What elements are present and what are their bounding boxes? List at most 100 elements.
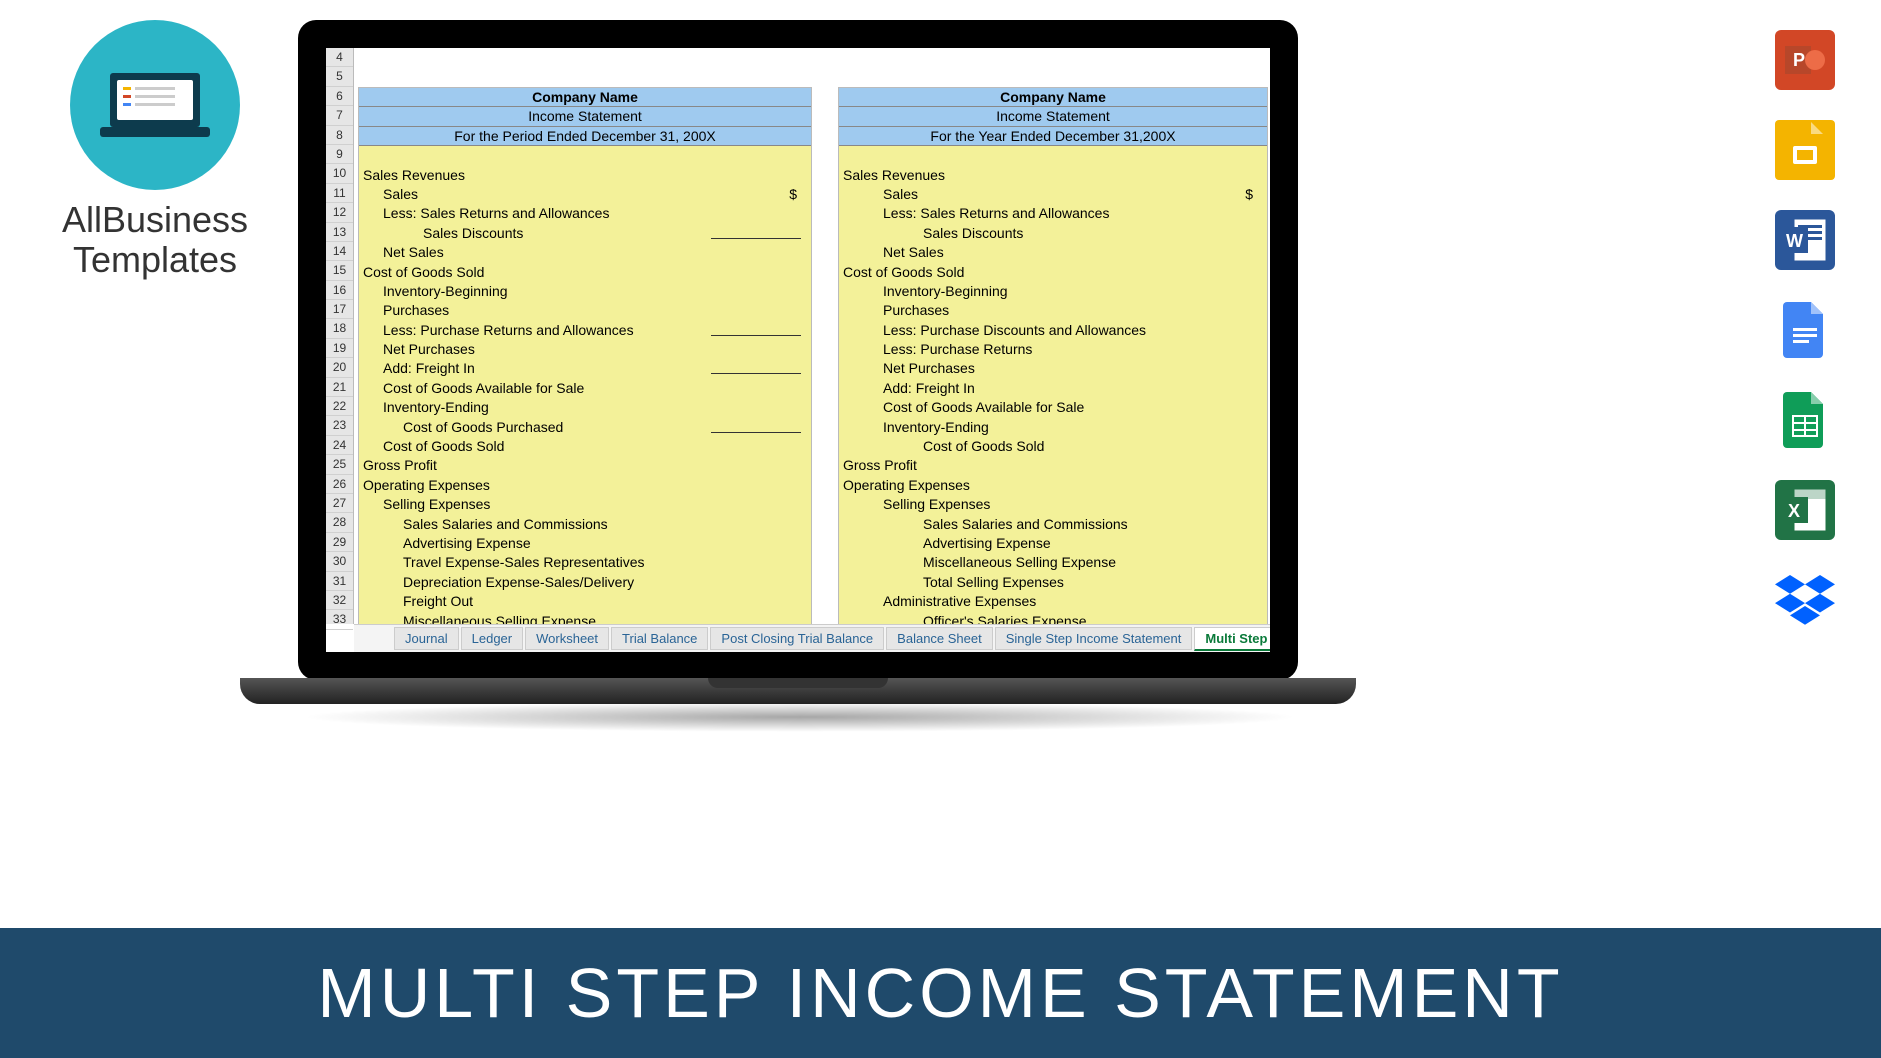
row-numbers: 4567891011121314151617181920212223242526… (326, 48, 354, 624)
logo-text-2: Templates (40, 240, 270, 280)
row-number: 20 (326, 358, 353, 377)
dropbox-icon (1775, 570, 1835, 630)
statement-line: Net Purchases (359, 340, 811, 359)
logo-block: AllBusiness Templates (40, 20, 270, 279)
statement-line: Net Sales (839, 243, 1267, 262)
statement-line: Selling Expenses (839, 495, 1267, 514)
statement-line: Inventory-Beginning (359, 282, 811, 301)
google-slides-icon (1775, 120, 1835, 180)
row-number: 23 (326, 416, 353, 435)
sheet-tab[interactable]: Balance Sheet (886, 627, 993, 650)
statement-line: Inventory-Ending (359, 398, 811, 417)
sheet-tab[interactable]: Multi Step Income ... (1194, 627, 1270, 651)
row-number: 6 (326, 87, 353, 106)
statement-line: Sales Discounts (839, 224, 1267, 243)
row-number: 25 (326, 455, 353, 474)
statement-line: Miscellaneous Selling Expense (839, 553, 1267, 572)
statement-line: Sales$ (839, 185, 1267, 204)
statement-line: Gross Profit (359, 456, 811, 475)
statement-line: Cost of Goods Sold (839, 437, 1267, 456)
statement-line: Travel Expense-Sales Representatives (359, 553, 811, 572)
statement-line: Add: Freight In (359, 359, 811, 378)
statement-line: Less: Sales Returns and Allowances (839, 204, 1267, 223)
statement-line: Sales$ (359, 185, 811, 204)
excel-icon: X (1775, 480, 1835, 540)
row-number: 18 (326, 319, 353, 338)
word-icon: W (1775, 210, 1835, 270)
panel-title: Income Statement (839, 107, 1267, 126)
statement-line: Cost of Goods Sold (839, 263, 1267, 282)
row-number: 17 (326, 300, 353, 319)
statement-line: Freight Out (359, 592, 811, 611)
statement-line: Add: Freight In (839, 379, 1267, 398)
statement-line: Sales Salaries and Commissions (839, 515, 1267, 534)
row-number: 4 (326, 48, 353, 67)
sheet-tab[interactable]: Single Step Income Statement (995, 627, 1193, 650)
row-number: 16 (326, 281, 353, 300)
statement-line: Selling Expenses (359, 495, 811, 514)
panel-company: Company Name (839, 88, 1267, 107)
statement-line: Cost of Goods Available for Sale (839, 398, 1267, 417)
row-number: 26 (326, 475, 353, 494)
statement-line: Cost of Goods Purchased (359, 418, 811, 437)
sheet-tab[interactable]: Worksheet (525, 627, 609, 650)
google-docs-icon (1775, 300, 1835, 360)
row-number: 27 (326, 494, 353, 513)
laptop-shadow (300, 702, 1300, 732)
statement-line: Less: Purchase Returns (839, 340, 1267, 359)
svg-text:X: X (1788, 501, 1800, 521)
statement-line: Less: Purchase Discounts and Allowances (839, 321, 1267, 340)
row-number: 11 (326, 184, 353, 203)
panel-company: Company Name (359, 88, 811, 107)
row-number: 13 (326, 223, 353, 242)
spreadsheet-screen: 4567891011121314151617181920212223242526… (326, 48, 1270, 652)
statement-line: Less: Purchase Returns and Allowances (359, 321, 811, 340)
row-number: 33 (326, 610, 353, 629)
sheet-tab[interactable]: Trial Balance (611, 627, 708, 650)
svg-text:P: P (1793, 50, 1805, 70)
statement-line: Sales Discounts (359, 224, 811, 243)
sheet-area: Company NameIncome StatementFor the Peri… (354, 48, 1270, 624)
row-number: 28 (326, 513, 353, 532)
sheet-tab[interactable]: Ledger (461, 627, 523, 650)
laptop-frame: 4567891011121314151617181920212223242526… (298, 20, 1298, 680)
row-number: 12 (326, 203, 353, 222)
row-number: 14 (326, 242, 353, 261)
svg-text:W: W (1786, 231, 1803, 251)
app-icons-column: P W X (1769, 30, 1841, 630)
income-statement-left: Company NameIncome StatementFor the Peri… (358, 87, 812, 632)
row-number: 9 (326, 145, 353, 164)
row-number: 21 (326, 378, 353, 397)
panel-period: For the Period Ended December 31, 200X (359, 127, 811, 146)
sheet-tab[interactable]: Journal (394, 627, 459, 650)
row-number: 24 (326, 436, 353, 455)
statement-line: Sales Revenues (839, 166, 1267, 185)
statement-line: Total Selling Expenses (839, 573, 1267, 592)
title-banner: MULTI STEP INCOME STATEMENT (0, 928, 1881, 1058)
row-number: 10 (326, 164, 353, 183)
sheet-tabs: JournalLedgerWorksheetTrial BalancePost … (354, 624, 1270, 652)
statement-line: Sales Salaries and Commissions (359, 515, 811, 534)
panel-title: Income Statement (359, 107, 811, 126)
statement-line: Net Purchases (839, 359, 1267, 378)
sheet-tab[interactable]: Post Closing Trial Balance (710, 627, 884, 650)
row-number: 22 (326, 397, 353, 416)
statement-line: Advertising Expense (359, 534, 811, 553)
row-number: 19 (326, 339, 353, 358)
statement-line: Advertising Expense (839, 534, 1267, 553)
statement-line: Purchases (359, 301, 811, 320)
row-number: 15 (326, 261, 353, 280)
statement-line: Sales Revenues (359, 166, 811, 185)
statement-line: Cost of Goods Available for Sale (359, 379, 811, 398)
logo-text-1: AllBusiness (40, 200, 270, 240)
statement-line: Administrative Expenses (839, 592, 1267, 611)
panel-period: For the Year Ended December 31,200X (839, 127, 1267, 146)
statement-line: Depreciation Expense-Sales/Delivery (359, 573, 811, 592)
statement-line: Operating Expenses (839, 476, 1267, 495)
statement-line: Cost of Goods Sold (359, 263, 811, 282)
row-number: 7 (326, 106, 353, 125)
row-number: 8 (326, 126, 353, 145)
powerpoint-icon: P (1775, 30, 1835, 90)
statement-line: Cost of Goods Sold (359, 437, 811, 456)
statement-line: Gross Profit (839, 456, 1267, 475)
